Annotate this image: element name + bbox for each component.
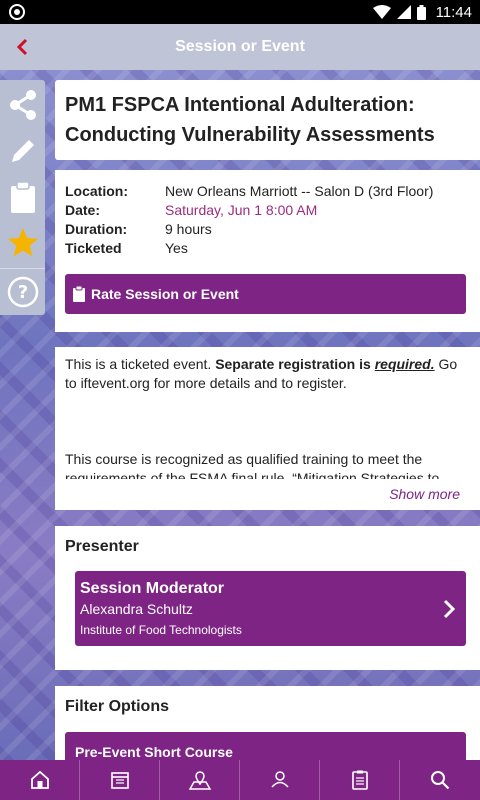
date-label: Date: (65, 202, 101, 218)
chevron-right-icon (443, 599, 456, 619)
clipboard-button[interactable] (0, 174, 45, 220)
presenter-item[interactable]: Session Moderator Alexandra Schultz Inst… (75, 571, 466, 646)
ticketed-label: Ticketed (65, 240, 122, 256)
wifi-icon (372, 5, 391, 19)
nav-map[interactable] (160, 760, 240, 800)
info-row-location: Location: New Orleans Marriott -- Salon … (65, 182, 470, 201)
show-more-link[interactable]: Show more (389, 486, 460, 502)
rate-session-label: Rate Session or Event (91, 286, 239, 302)
description-paragraph-2: This course is recognized as qualified t… (65, 451, 440, 479)
back-button[interactable] (10, 35, 34, 59)
help-icon: ? (7, 276, 38, 308)
status-bar: 11:44 (0, 0, 480, 24)
session-info-card: Location: New Orleans Marriott -- Salon … (55, 170, 480, 332)
description-text-start: This is a ticketed event. (65, 356, 216, 372)
duration-label: Duration: (65, 221, 128, 237)
info-row-ticketed: Ticketed Yes (65, 239, 470, 258)
notification-icon (9, 4, 25, 20)
description-text-required: required. (374, 356, 435, 372)
nav-people[interactable] (240, 760, 320, 800)
search-icon (431, 771, 450, 790)
ticketed-value: Yes (165, 240, 188, 256)
duration-value: 9 hours (165, 221, 212, 237)
badge-icon (351, 770, 368, 790)
action-sidebar: ? (0, 80, 45, 315)
description-card: This is a ticketed event. Separate regis… (55, 347, 480, 510)
clipboard-icon (10, 181, 35, 213)
nav-badge[interactable] (320, 760, 400, 800)
presenter-role: Session Moderator (80, 580, 225, 597)
session-title: PM1 FSPCA Intentional Adulteration: Cond… (65, 94, 435, 146)
page-title: Session or Event (175, 38, 305, 55)
help-button[interactable]: ? (0, 269, 45, 315)
status-icons: 11:44 (372, 2, 472, 22)
svg-text:?: ? (17, 282, 27, 303)
date-value[interactable]: Saturday, Jun 1 8:00 AM (165, 201, 317, 220)
star-icon (7, 228, 38, 257)
favorite-button[interactable] (0, 220, 45, 266)
pencil-icon (11, 140, 34, 162)
nav-search[interactable] (400, 760, 480, 800)
location-value: New Orleans Marriott -- Salon D (3rd Flo… (165, 183, 434, 199)
signal-icon (396, 5, 411, 19)
home-icon (30, 770, 49, 789)
presenter-section-title: Presenter (65, 538, 139, 555)
app-bar: Session or Event (0, 24, 480, 70)
nav-schedule[interactable] (80, 760, 160, 800)
back-arrow-icon (16, 38, 28, 56)
filter-section-title: Filter Options (65, 698, 169, 715)
nav-home[interactable] (0, 760, 80, 800)
schedule-icon (110, 772, 129, 789)
presenter-org: Institute of Food Technologists (80, 623, 242, 637)
share-icon (9, 90, 36, 120)
presenter-card: Presenter Session Moderator Alexandra Sc… (55, 526, 480, 670)
session-title-card: PM1 FSPCA Intentional Adulteration: Cond… (55, 80, 480, 160)
description-text: This is a ticketed event. Separate regis… (65, 355, 470, 479)
location-label: Location: (65, 183, 128, 199)
clipboard-icon (73, 286, 85, 302)
notes-button[interactable] (0, 128, 45, 174)
status-time: 11:44 (435, 3, 472, 21)
info-row-duration: Duration: 9 hours (65, 220, 470, 239)
battery-icon (416, 4, 426, 20)
description-text-bold: Separate registration is (215, 356, 375, 372)
presenter-name: Alexandra Schultz (80, 601, 193, 617)
info-row-date: Date: Saturday, Jun 1 8:00 AM (65, 201, 470, 220)
share-button[interactable] (0, 82, 45, 128)
people-icon (270, 771, 289, 788)
map-icon (188, 771, 211, 790)
rate-session-button[interactable]: Rate Session or Event (65, 274, 466, 314)
description-paragraph-1: This is a ticketed event. Separate regis… (65, 355, 470, 393)
bottom-nav (0, 760, 480, 800)
filter-options-card: Filter Options Pre-Event Short Course (55, 686, 480, 772)
